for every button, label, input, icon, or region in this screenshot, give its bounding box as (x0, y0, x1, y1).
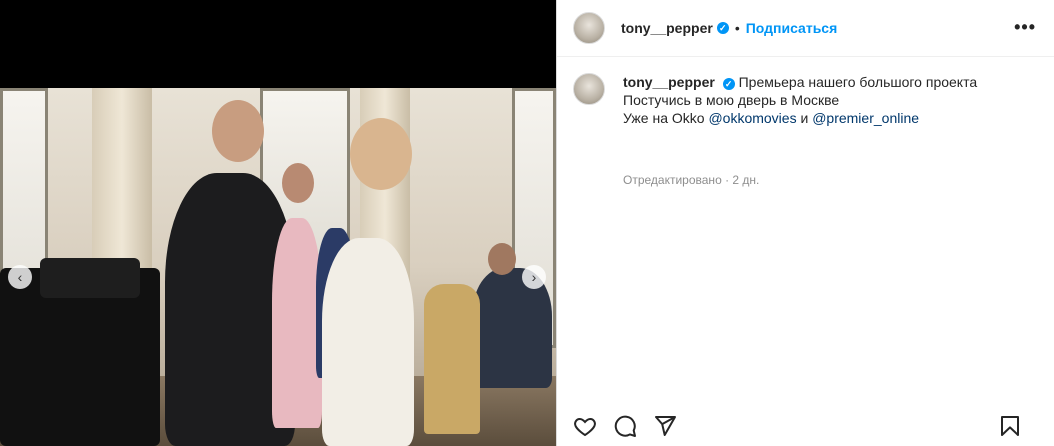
avatar[interactable] (573, 12, 605, 44)
caption-line-2: Постучись в мою дверь в Москве (623, 92, 840, 108)
post-side-panel: tony__pepper ✓ • Подписаться ••• tony__p… (556, 0, 1054, 446)
follow-button[interactable]: Подписаться (746, 20, 838, 36)
woman-pink-head (282, 163, 314, 203)
edited-timestamp: Отредактировано · 2 дн. (623, 173, 760, 187)
header-username[interactable]: tony__pepper (621, 20, 713, 36)
seated-man-head (488, 243, 516, 275)
caption-line-3-prefix: Уже на Okko (623, 110, 709, 126)
caption-text: tony__pepper ✓ Премьера нашего большого … (623, 73, 977, 189)
caption-avatar[interactable] (573, 73, 605, 105)
chevron-left-icon: ‹ (17, 269, 23, 285)
post-header: tony__pepper ✓ • Подписаться ••• (557, 0, 1054, 57)
mention-okkomovies[interactable]: @okkomovies (708, 110, 796, 126)
post-photo (0, 88, 556, 446)
caption-line-3-mid: и (796, 110, 813, 126)
more-options-icon[interactable]: ••• (1014, 18, 1036, 36)
chevron-right-icon: › (531, 269, 537, 285)
prev-slide-button[interactable]: ‹ (8, 265, 32, 289)
bookmark-icon[interactable] (998, 414, 1022, 438)
woman-pink-figure (272, 218, 322, 428)
man-head (212, 100, 264, 162)
caption-line-3: Уже на Okko @okkomovies и @premier_onlin… (623, 109, 977, 127)
action-bar (557, 406, 1054, 446)
caption-line-1: Премьера нашего большого проекта (738, 74, 978, 90)
separator-dot: • (734, 20, 740, 36)
chair (424, 284, 480, 434)
heart-icon[interactable] (573, 414, 597, 438)
caption-block: tony__pepper ✓ Премьера нашего большого … (557, 57, 1054, 189)
camera-body (40, 258, 140, 298)
share-icon[interactable] (653, 414, 677, 438)
verified-badge-icon: ✓ (722, 78, 735, 90)
post-media: ‹ › (0, 0, 556, 446)
verified-badge-icon: ✓ (716, 22, 729, 34)
woman-white-head (350, 118, 412, 190)
mention-premier-online[interactable]: @premier_online (812, 110, 919, 126)
comment-icon[interactable] (613, 414, 637, 438)
next-slide-button[interactable]: › (522, 265, 546, 289)
caption-username[interactable]: tony__pepper (623, 74, 715, 90)
woman-white-figure (322, 238, 414, 446)
